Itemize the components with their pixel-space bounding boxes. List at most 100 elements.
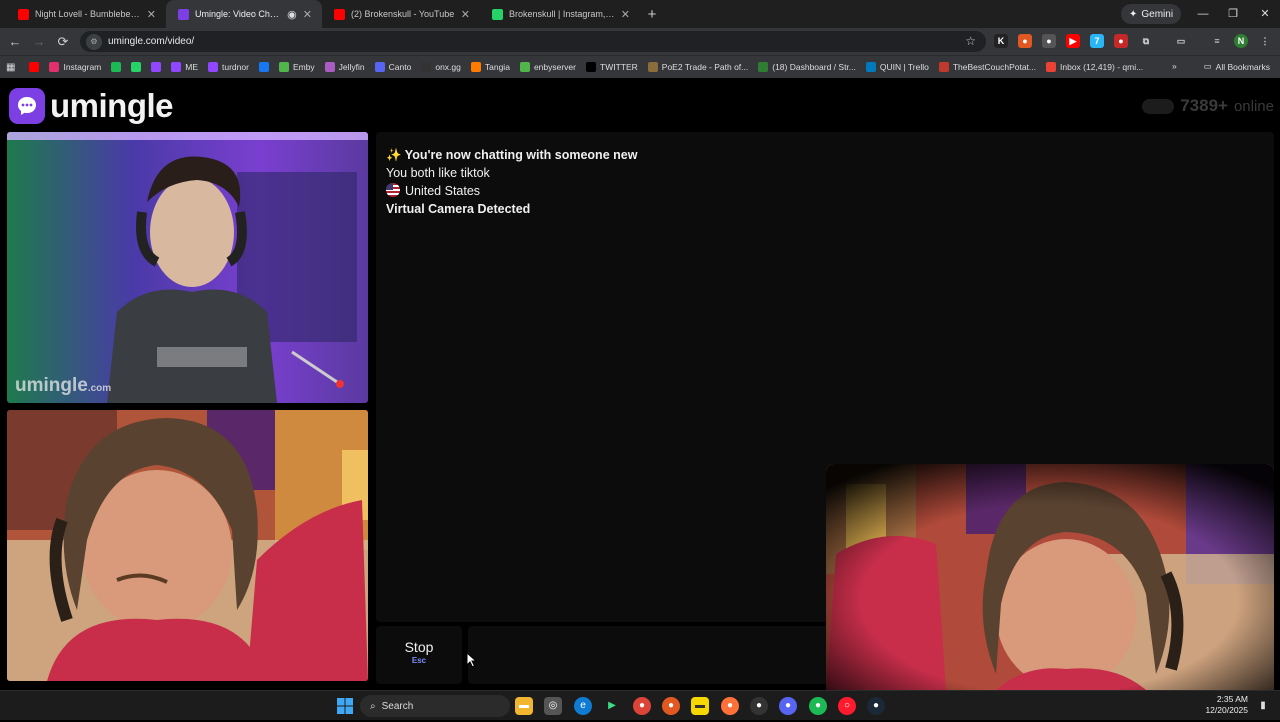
obs-icon[interactable]: ● [750,697,768,715]
youtube-icon [18,8,29,20]
bookmark-item[interactable]: PoE2 Trade - Path of... [647,62,749,72]
new-tab-button[interactable]: + [640,6,664,23]
bookmark-item[interactable]: turdnor [208,62,249,72]
bookmark-favicon-icon [111,62,122,72]
extension-k-icon[interactable]: K [994,34,1008,48]
steam-icon[interactable]: ● [867,697,885,715]
close-tab-icon[interactable]: ✕ [461,8,470,21]
settings-app-icon[interactable]: ◎ [544,697,562,715]
address-bar[interactable]: ⚙ umingle.com/video/ ☆ [80,31,986,52]
bookmark-item[interactable] [29,62,40,72]
bookmark-label: PoE2 Trade - Path of... [661,62,749,72]
bookmark-label: Emby [292,62,315,72]
bookmark-label: QUIN | Trello [879,62,929,72]
menu-kebab-icon[interactable]: ⋮ [1258,34,1272,48]
edge-icon[interactable]: e [574,697,592,715]
bookmark-item[interactable]: ME [171,62,198,72]
chat-bubble-icon [9,88,45,124]
bookmark-star-icon[interactable]: ☆ [965,34,976,48]
notification-icon[interactable]: ▮ [1254,697,1272,715]
apps-grid-icon[interactable]: ▦ [6,62,15,73]
bookmark-item[interactable]: Emby [278,62,315,72]
mouse-cursor-icon [466,652,478,668]
url-text: umingle.com/video/ [108,36,195,47]
bookmark-favicon-icon [865,62,876,72]
online-toggle[interactable] [1142,98,1175,114]
umingle-logo[interactable]: umingle [9,87,174,125]
bookmark-item[interactable]: (18) Dashboard / Str... [758,62,856,72]
recording-icon: ◉ [287,8,297,21]
bookmark-favicon-icon [324,62,335,72]
bookmark-item[interactable] [258,62,269,72]
bookmark-item[interactable]: Jellyfin [324,62,365,72]
browser-tab-3[interactable]: Brokenskull | Instagram, TikTok, ✕ [480,0,640,28]
sparkle-icon: ✦ [1129,8,1138,20]
extension-red-icon[interactable]: ● [1114,34,1128,48]
clock-date: 12/20/2025 [1205,705,1248,715]
bookmark-item[interactable]: Instagram [49,62,101,72]
bookmark-item[interactable]: enbyserver [519,62,576,72]
extensions-puzzle-icon[interactable]: ⧉ [1139,34,1153,48]
media-control-icon[interactable]: ≡ [1210,34,1224,48]
extension-shield-icon[interactable]: ● [1042,34,1056,48]
windows-start-icon[interactable] [336,697,354,715]
stop-shortcut: Esc [411,656,427,665]
online-label: online [1233,97,1274,115]
self-preview-overlay [826,464,1274,690]
online-count: 7389+ [1180,96,1228,115]
stop-button[interactable]: Stop Esc [376,626,462,684]
discord-icon[interactable]: ● [779,697,797,715]
bookmark-item[interactable]: onx.gg [421,62,461,72]
bookmarks-overflow-icon[interactable]: » [1172,61,1177,71]
file-explorer-icon[interactable]: ▬ [515,697,533,715]
linktree-icon [492,8,503,20]
extension-youtube-icon[interactable]: ▶ [1066,34,1080,48]
reload-button[interactable]: ⟳ [51,34,75,50]
extension-7tv-icon[interactable]: 7 [1090,34,1104,48]
spotify-icon[interactable]: ● [809,697,827,715]
bookmark-favicon-icon [151,62,162,72]
minimize-button[interactable]: — [1188,0,1218,28]
stop-label: Stop [404,639,434,655]
taskbar-search[interactable]: ⌕ Search [360,695,510,717]
sidebar-icon[interactable]: ▭ [1174,34,1188,48]
close-tab-icon[interactable]: ✕ [147,8,156,21]
back-button[interactable]: ← [3,34,27,49]
forward-button[interactable]: → [27,34,51,49]
close-tab-icon[interactable]: ✕ [303,8,312,21]
browser-tab-2[interactable]: (2) Brokenskull - YouTube ✕ [322,0,480,28]
bookmark-item[interactable]: TheBestCouchPotat... [938,62,1036,72]
bookmark-favicon-icon [208,62,218,72]
bookmark-item[interactable]: Tangia [470,62,510,72]
restore-button[interactable]: ❐ [1218,0,1248,28]
umingle-page: umingle 7389+ online umingle.com ✨ You'r… [0,78,1280,690]
bookmark-item[interactable] [131,62,142,72]
umingle-icon [178,8,189,20]
profile-avatar[interactable]: N [1234,34,1248,48]
bookmark-item[interactable]: Canto [374,62,411,72]
chrome-icon[interactable]: ● [633,697,651,715]
opera-icon[interactable]: ○ [838,697,856,715]
bookmark-item[interactable] [151,62,162,72]
bookmark-item[interactable]: TWITTER [586,62,638,72]
close-tab-icon[interactable]: ✕ [621,8,630,21]
bookmarks-bar: ▦ Instagram ME turdnor Emby Jellyfin Canto onx… [0,55,1280,78]
bookmark-favicon-icon [374,62,385,72]
all-bookmarks-button[interactable]: ▭ All Bookmarks [1204,61,1270,72]
chat-message-interest: You both like tiktok [386,166,490,180]
close-window-button[interactable]: ✕ [1250,0,1280,28]
system-clock[interactable]: 2:35 AM 12/20/2025 [1205,694,1248,716]
browser-tab-1[interactable]: Umingle: Video Chat with S ◉ ✕ [166,0,322,28]
bookmark-item[interactable] [111,62,122,72]
app-orange-icon[interactable]: ● [662,697,680,715]
sticky-notes-icon[interactable]: ▬ [691,697,709,715]
play-app-icon[interactable]: ▶ [603,697,621,715]
bookmark-item[interactable]: QUIN | Trello [865,62,929,72]
browser-tab-0[interactable]: Night Lovell - Bumblebee (KEIF ✕ [6,0,166,28]
bookmark-item[interactable]: Inbox (12,419) - qmi... [1046,62,1143,72]
extension-fox-icon[interactable]: ● [1018,34,1032,48]
site-info-icon[interactable]: ⚙ [86,33,102,50]
gemini-button[interactable]: ✦ Gemini [1121,4,1182,24]
firefox-icon[interactable]: ● [721,697,739,715]
us-flag-icon [386,183,400,197]
